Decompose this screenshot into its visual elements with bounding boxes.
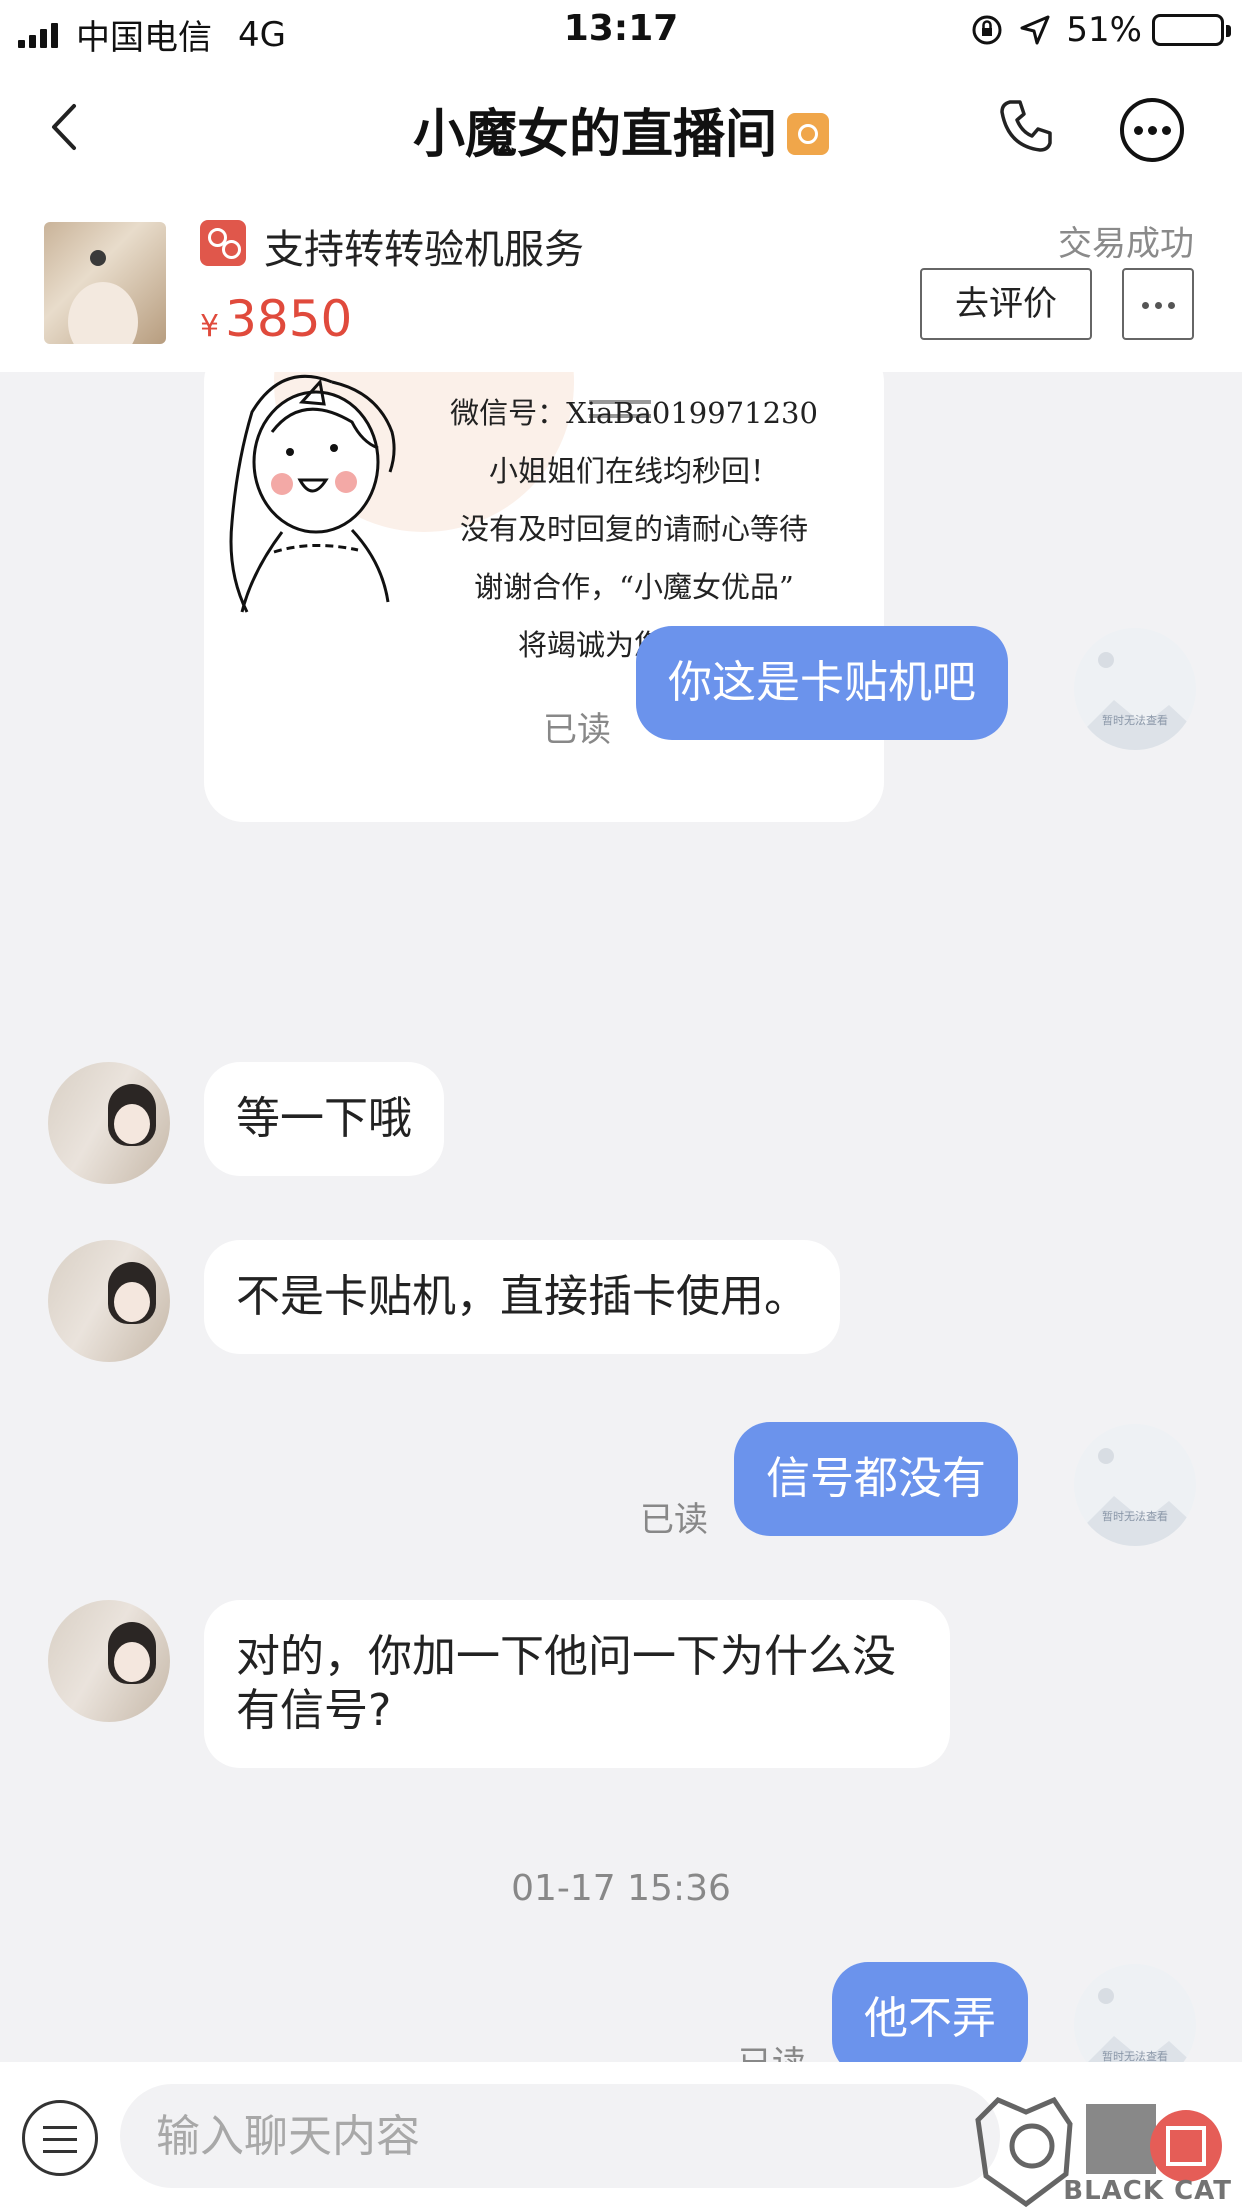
more-options-button[interactable] <box>1120 98 1184 162</box>
review-button[interactable]: 去评价 <box>920 268 1092 340</box>
page-title-text: 小魔女的直播间 <box>412 105 777 165</box>
seller-avatar[interactable] <box>48 1600 170 1722</box>
message-bubble-incoming[interactable]: 不是卡贴机，直接插卡使用。 <box>204 1240 840 1354</box>
message-bubble-outgoing[interactable]: 他不弄 <box>832 1962 1028 2062</box>
phone-icon[interactable] <box>996 96 1056 156</box>
my-avatar[interactable]: 暂时无法查看 <box>1074 628 1196 750</box>
watermark-text: BLACK CAT <box>1063 2176 1232 2206</box>
chat-input[interactable] <box>120 2084 1000 2188</box>
price-value: 3850 <box>225 290 353 348</box>
message-bubble-incoming[interactable]: 等一下哦 <box>204 1062 444 1176</box>
menu-icon[interactable] <box>22 2100 98 2176</box>
message-bubble-outgoing[interactable]: 你这是卡贴机吧 <box>636 626 1008 740</box>
price-currency: ¥ <box>200 309 220 344</box>
black-cat-watermark: BLACK CAT <box>968 2090 1242 2208</box>
avatar-caption: 暂时无法查看 <box>1102 2050 1168 2062</box>
image-placeholder-icon <box>1098 652 1114 668</box>
read-receipt: 已读 <box>543 710 611 750</box>
avatar-caption: 暂时无法查看 <box>1102 714 1168 727</box>
product-more-button[interactable] <box>1122 268 1194 340</box>
product-thumbnail[interactable] <box>44 222 166 344</box>
card-line-online: 小姐姐们在线均秒回！ <box>488 454 779 488</box>
image-placeholder-icon <box>1098 1988 1114 2004</box>
avatar-caption: 暂时无法查看 <box>1102 1510 1168 1523</box>
zhuanzhuan-service-icon <box>200 220 246 266</box>
girl-illustration-icon <box>229 374 396 613</box>
read-receipt: 已读 <box>640 1500 708 1540</box>
my-avatar[interactable]: 暂时无法查看 <box>1074 1964 1196 2062</box>
message-bubble-incoming[interactable]: 对的，你加一下他问一下为什么没有信号? <box>204 1600 950 1768</box>
chat-timestamp: 01-17 15:36 <box>511 1868 731 1909</box>
battery-percent: 51% <box>1066 10 1142 50</box>
seller-avatar[interactable] <box>48 1062 170 1184</box>
location-arrow-icon <box>1020 15 1050 45</box>
rotation-lock-icon <box>972 15 1002 45</box>
trade-status: 交易成功 <box>1058 224 1194 264</box>
seller-info-card[interactable]: 微信号：XiaBa019971230 小姐姐们在线均秒回！ 没有及时回复的请耐心… <box>204 372 884 822</box>
product-price: ¥3850 <box>200 290 352 348</box>
battery-icon <box>1152 14 1231 46</box>
status-right: 51% <box>970 10 1231 50</box>
product-header[interactable]: 支持转转验机服务 ¥3850 交易成功 去评价 <box>0 192 1242 372</box>
status-bar: 中国电信 4G 13:17 51% <box>0 0 1242 62</box>
image-placeholder-icon <box>1098 1448 1114 1464</box>
message-bubble-outgoing[interactable]: 信号都没有 <box>734 1422 1018 1536</box>
card-line-thanks: 谢谢合作，“小魔女优品” <box>474 570 794 604</box>
card-line-wechat: 微信号：XiaBa019971230 <box>450 396 818 430</box>
nav-bar: 小魔女的直播间 <box>0 62 1242 192</box>
seller-avatar[interactable] <box>48 1240 170 1362</box>
shop-badge-icon <box>787 113 829 155</box>
card-line-wait: 没有及时回复的请耐心等待 <box>459 512 808 546</box>
read-receipt: 已读 <box>738 2036 806 2062</box>
my-avatar[interactable]: 暂时无法查看 <box>1074 1424 1196 1546</box>
chat-area[interactable]: 微信号：XiaBa019971230 小姐姐们在线均秒回！ 没有及时回复的请耐心… <box>0 372 1242 2062</box>
service-text: 支持转转验机服务 <box>264 227 584 273</box>
